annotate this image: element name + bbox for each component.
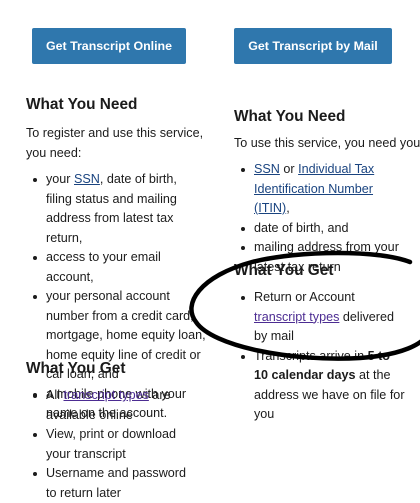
list-item: SSN or Individual Tax Identification Num… <box>234 160 412 219</box>
ssn-link[interactable]: SSN <box>74 172 100 186</box>
get-transcript-by-mail-button[interactable]: Get Transcript by Mail <box>234 28 392 64</box>
list-item: access to your email account, <box>26 248 206 287</box>
list-item-text: All <box>46 388 64 402</box>
list-item-text: , <box>286 201 290 215</box>
list-item-text: Return or Account <box>254 290 355 304</box>
list-item: All transcript types are available onlin… <box>26 386 196 425</box>
ssn-link[interactable]: SSN <box>254 162 280 176</box>
need-intro-text: To use this service, you need your: <box>234 136 420 150</box>
get-list: All transcript types are available onlin… <box>26 386 196 503</box>
list-item-text: or <box>279 162 299 176</box>
get-transcript-online-button[interactable]: Get Transcript Online <box>32 28 186 64</box>
list-item: your SSN, date of birth, filing status a… <box>26 170 206 248</box>
what-you-need-heading: What You Need <box>26 96 138 113</box>
list-item: Return or Account transcript types deliv… <box>234 288 406 347</box>
transcript-types-link[interactable]: transcript types <box>254 310 339 324</box>
what-you-get-heading: What You Get <box>26 360 126 377</box>
what-you-get-heading: What You Get <box>234 262 334 279</box>
list-item: date of birth, and <box>234 219 412 239</box>
get-list: Return or Account transcript types deliv… <box>234 288 406 425</box>
need-intro-text: To register and use this service, you ne… <box>26 126 204 160</box>
what-you-need-heading: What You Need <box>234 108 346 125</box>
need-list: SSN or Individual Tax Identification Num… <box>234 160 412 277</box>
list-item: View, print or download your transcript <box>26 425 196 464</box>
list-item: Username and password to return later <box>26 464 196 503</box>
transcript-types-link[interactable]: transcript types <box>64 388 149 402</box>
list-item-text: Transcripts arrive in <box>254 348 368 363</box>
list-item-text: , date of birth, filing status and maili… <box>46 172 177 245</box>
list-item: Transcripts arrive in 5 to 10 calendar d… <box>234 347 406 425</box>
